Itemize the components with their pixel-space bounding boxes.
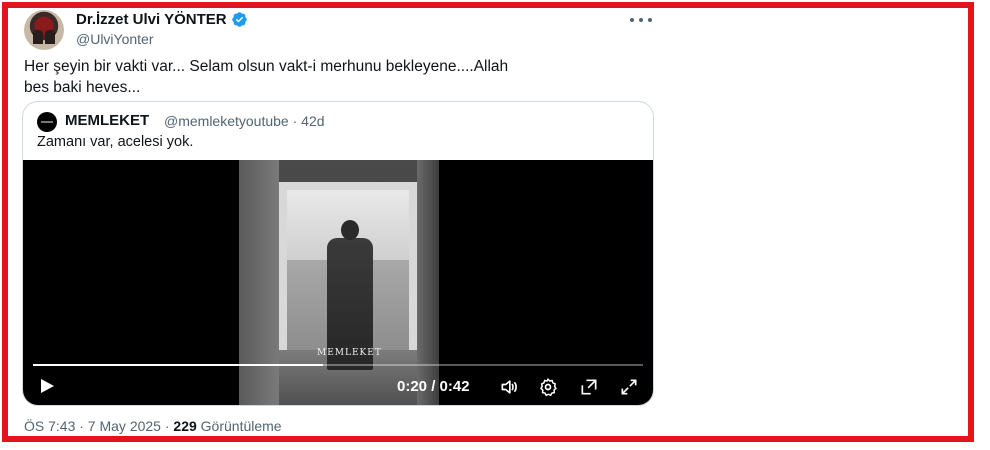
fullscreen-icon[interactable] (619, 377, 639, 397)
quoted-author-handle-time[interactable]: @memleketyoutube · 42d (164, 113, 325, 129)
video-progress-fill (33, 364, 324, 366)
author-display-name[interactable]: Dr.İzzet Ulvi YÖNTER (76, 11, 227, 28)
tweet-text-line-2: bes baki heves... (24, 79, 141, 96)
more-options-icon[interactable] (630, 13, 652, 27)
quoted-tweet[interactable]: MEMLEKET @memleketyoutube · 42d Zamanı v… (22, 101, 654, 406)
quoted-author-name[interactable]: MEMLEKET (65, 112, 149, 129)
video-frame: MEMLEKET (239, 160, 439, 405)
view-count: 229 (173, 418, 197, 434)
video-progress-bar[interactable] (33, 364, 643, 366)
author-name-row[interactable]: Dr.İzzet Ulvi YÖNTER (76, 11, 248, 28)
author-handle[interactable]: @UlviYonter (76, 31, 154, 47)
tweet-meta: ÖS 7:43 · 7 May 2025 · 229 Görüntüleme (24, 418, 282, 434)
volume-icon[interactable] (499, 377, 519, 397)
tweet-text: Her şeyin bir vakti var... Selam olsun v… (24, 56, 654, 98)
verified-badge-icon (231, 12, 247, 27)
tweet-text-line-1: Her şeyin bir vakti var... Selam olsun v… (24, 58, 509, 75)
quoted-author-avatar[interactable] (37, 112, 57, 132)
tweet-timestamp[interactable]: ÖS 7:43 · 7 May 2025 · (24, 418, 173, 434)
video-time: 0:20 / 0:42 (397, 378, 470, 395)
video-watermark: MEMLEKET (317, 348, 382, 358)
quoted-tweet-text: Zamanı var, acelesi yok. (37, 134, 194, 150)
play-icon[interactable] (41, 379, 54, 393)
view-count-label: Görüntüleme (196, 418, 282, 434)
video-player[interactable]: MEMLEKET 0:20 / 0:42 (23, 160, 653, 405)
author-avatar[interactable] (24, 10, 64, 50)
pop-out-icon[interactable] (579, 377, 599, 397)
settings-gear-icon[interactable] (538, 377, 558, 397)
